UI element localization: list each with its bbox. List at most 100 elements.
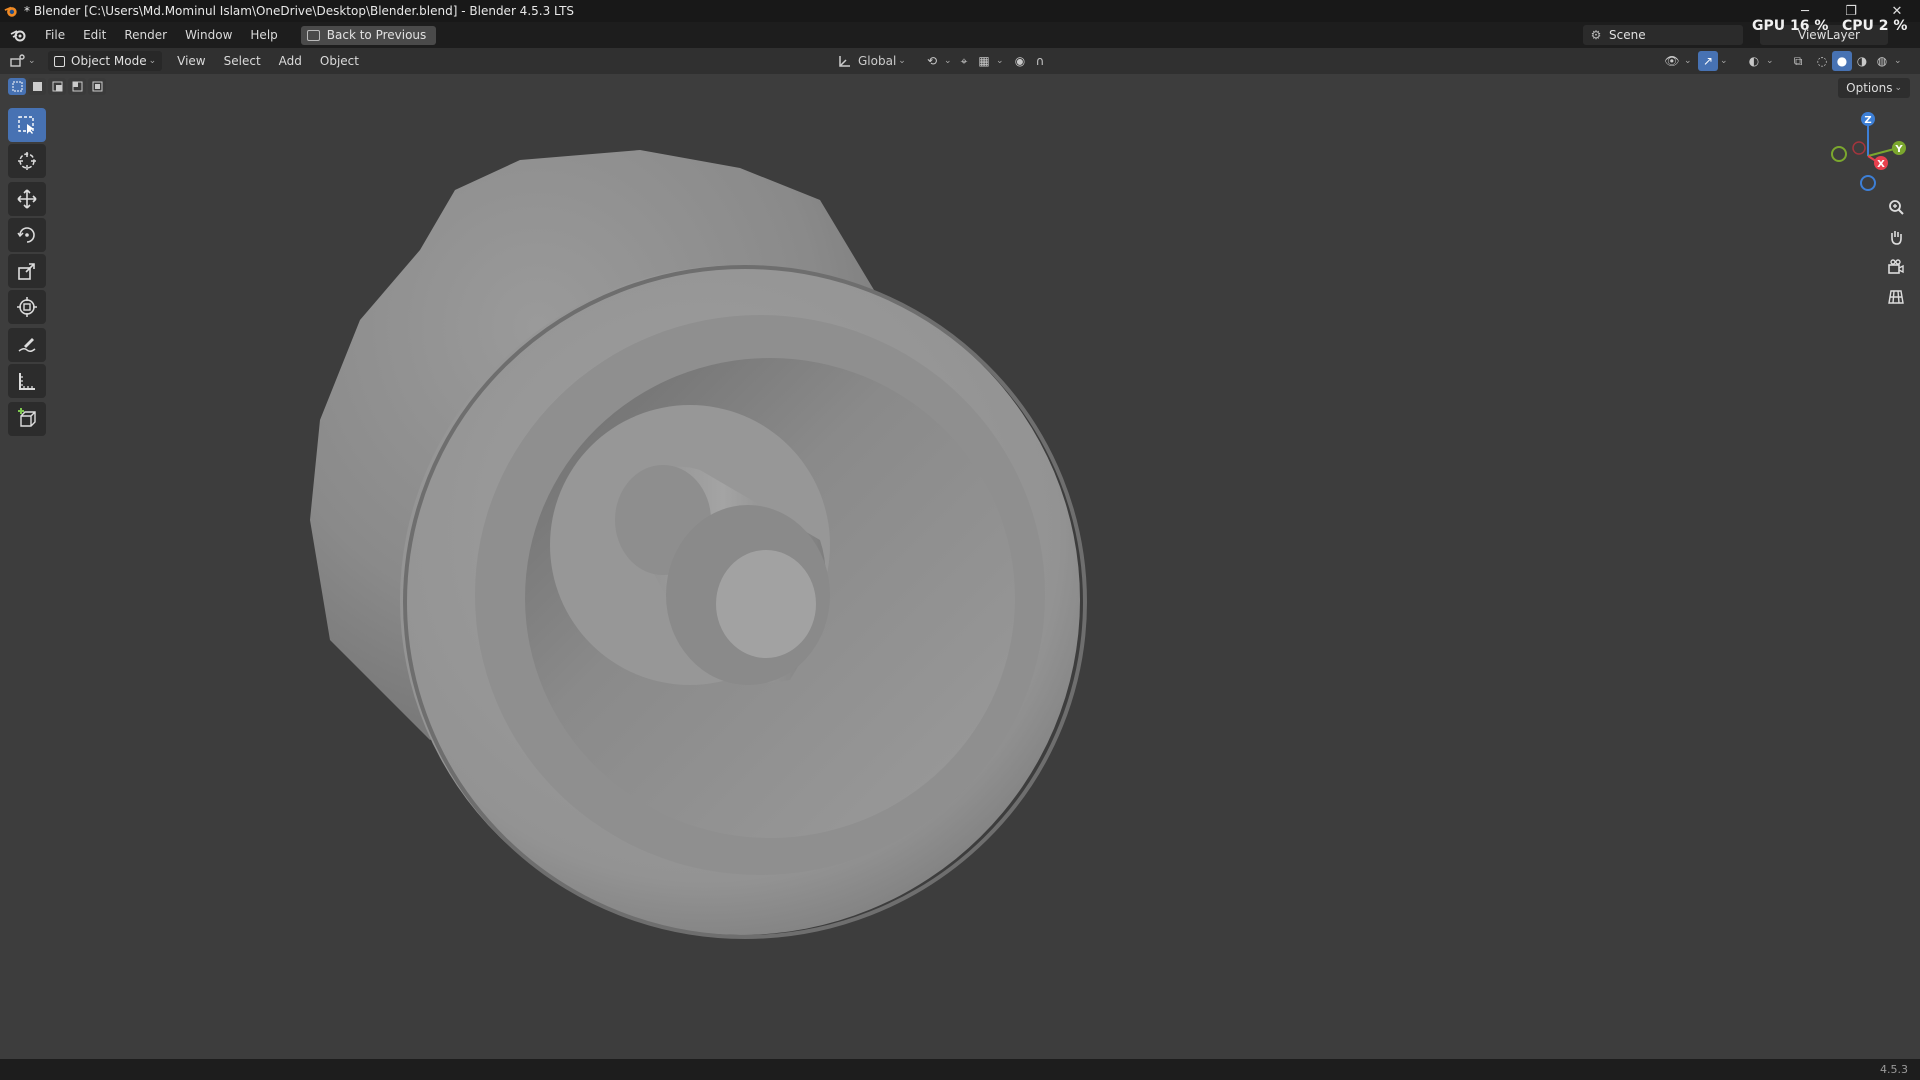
object-mode-icon xyxy=(54,55,65,67)
cpu-value: 2 % xyxy=(1878,18,1908,34)
chevron-down-icon: ⌄ xyxy=(1684,56,1692,66)
select-box-icon xyxy=(18,116,34,134)
wireframe-shading-icon[interactable]: ◌ xyxy=(1812,51,1832,71)
editor-type-icon xyxy=(10,54,25,67)
pivot-icon: ⟲ xyxy=(926,54,938,68)
chevron-down-icon: ⌄ xyxy=(1894,56,1902,66)
transform-tool[interactable] xyxy=(8,290,46,324)
annotate-pencil-icon xyxy=(18,338,36,353)
scene-selector[interactable]: ⚙ Scene xyxy=(1583,25,1743,45)
status-bar: 4.5.3 xyxy=(0,1059,1920,1080)
select-intersect-icon[interactable] xyxy=(88,78,106,95)
3d-viewport[interactable]: Z Y X xyxy=(0,74,1920,1059)
xray-toggle[interactable]: ⧉ xyxy=(1788,51,1808,71)
select-new-icon[interactable] xyxy=(8,78,26,95)
header-menu-select[interactable]: Select xyxy=(215,54,270,68)
back-to-previous-button[interactable]: Back to Previous xyxy=(300,25,437,45)
chevron-down-icon: ⌄ xyxy=(28,56,36,66)
cursor-tool[interactable] xyxy=(8,144,46,178)
add-cube-icon xyxy=(18,408,36,427)
menu-window[interactable]: Window xyxy=(176,28,241,42)
orientation-icon xyxy=(839,56,850,67)
xray-icon[interactable]: ⧉ xyxy=(1788,51,1808,71)
solid-shading-icon[interactable]: ● xyxy=(1832,51,1852,71)
gizmo-z-label: Z xyxy=(1864,115,1871,126)
window-titlebar: * Blender [C:\Users\Md.Mominul Islam\One… xyxy=(0,0,1920,22)
chevron-down-icon: ⌄ xyxy=(1766,56,1774,66)
overlays-icon[interactable]: ◐ xyxy=(1744,51,1764,71)
rotate-tool[interactable] xyxy=(8,218,46,252)
object-mode-label: Object Mode xyxy=(71,54,147,68)
transform-orientation-dropdown[interactable]: Global ⌄ xyxy=(838,51,906,71)
object-mode-dropdown[interactable]: Object Mode ⌄ xyxy=(48,51,163,71)
top-menubar: File Edit Render Window Help Back to Pre… xyxy=(0,22,1920,48)
menu-edit[interactable]: Edit xyxy=(74,28,115,42)
screen-icon xyxy=(306,29,320,41)
gizmo-x-label: X xyxy=(1877,159,1885,170)
select-box-tool[interactable] xyxy=(8,108,46,142)
move-icon xyxy=(17,189,37,209)
menu-help[interactable]: Help xyxy=(241,28,286,42)
chevron-down-icon: ⌄ xyxy=(996,56,1004,66)
pan-hand-icon[interactable] xyxy=(1884,225,1908,249)
gpu-value: 16 % xyxy=(1790,18,1829,34)
rendered-shading-icon[interactable]: ◍ xyxy=(1872,51,1892,71)
scale-icon xyxy=(18,263,35,280)
navigation-gizmo[interactable]: Z Y X xyxy=(1822,108,1912,192)
options-label: Options xyxy=(1846,81,1893,95)
select-invert-icon[interactable] xyxy=(68,78,86,95)
editor-type-dropdown[interactable]: ⌄ xyxy=(10,51,40,71)
scale-tool[interactable] xyxy=(8,254,46,288)
move-tool[interactable] xyxy=(8,182,46,216)
cpu-label: CPU xyxy=(1842,18,1874,34)
blender-logo-icon xyxy=(4,6,17,17)
blender-menu-icon[interactable] xyxy=(8,25,28,45)
perspective-grid-icon[interactable] xyxy=(1884,285,1908,309)
material-shading-icon[interactable]: ◑ xyxy=(1852,51,1872,71)
transform-icon xyxy=(17,297,37,317)
viewport-header: ⌄ Object Mode ⌄ View Select Add Object G… xyxy=(0,48,1920,74)
overlays-toggle[interactable]: ◐ ⌄ xyxy=(1744,51,1774,71)
annotate-tool[interactable] xyxy=(8,328,46,362)
select-extend-icon[interactable] xyxy=(28,78,46,95)
viewport-nav-buttons xyxy=(1884,195,1908,315)
window-title: * Blender [C:\Users\Md.Mominul Islam\One… xyxy=(24,4,575,18)
version-label: 4.5.3 xyxy=(1880,1063,1908,1076)
add-cube-tool[interactable] xyxy=(8,402,46,436)
menu-render[interactable]: Render xyxy=(115,28,176,42)
proportional-edit-icon[interactable]: ◉ xyxy=(1010,51,1030,71)
gizmo-icon[interactable]: ↗ xyxy=(1698,51,1718,71)
camera-view-icon[interactable] xyxy=(1884,255,1908,279)
gizmo-toggle[interactable]: ↗ ⌄ xyxy=(1698,51,1728,71)
rotate-icon xyxy=(17,227,35,243)
menu-file[interactable]: File xyxy=(36,28,74,42)
visibility-dropdown[interactable]: 👁 ⌄ xyxy=(1662,51,1692,71)
zoom-icon[interactable] xyxy=(1884,195,1908,219)
header-menu-add[interactable]: Add xyxy=(270,54,311,68)
shading-modes[interactable]: ◌ ● ◑ ◍ ⌄ xyxy=(1812,51,1902,71)
cpu-usage: CPU 2 % xyxy=(1842,18,1907,34)
chevron-down-icon: ⌄ xyxy=(1720,56,1728,66)
scene-name: Scene xyxy=(1609,28,1646,42)
proportional-editing[interactable]: ◉ ∩ xyxy=(1010,51,1050,71)
chevron-down-icon: ⌄ xyxy=(1894,83,1902,93)
header-menu-view[interactable]: View xyxy=(168,54,214,68)
gizmo-y-label: Y xyxy=(1894,144,1903,155)
mesh-object[interactable] xyxy=(0,74,1920,1059)
options-dropdown[interactable]: Options ⌄ xyxy=(1838,78,1910,98)
pivot-point-dropdown[interactable]: ⟲ ⌄ xyxy=(922,51,952,71)
snap-toggle-icon[interactable]: ⌖ xyxy=(954,51,974,71)
snap-grid-icon[interactable]: ▦ xyxy=(974,51,994,71)
measure-ruler-icon xyxy=(19,373,35,390)
header-menu-object[interactable]: Object xyxy=(311,54,368,68)
chevron-down-icon: ⌄ xyxy=(944,56,952,66)
back-to-previous-label: Back to Previous xyxy=(326,28,427,42)
tool-shelf xyxy=(8,108,48,438)
falloff-icon[interactable]: ∩ xyxy=(1030,51,1050,71)
transform-orientation-label: Global xyxy=(858,54,897,68)
measure-tool[interactable] xyxy=(8,364,46,398)
selection-mode-buttons xyxy=(8,78,106,95)
cursor-icon xyxy=(18,152,36,170)
snapping-controls[interactable]: ⌖ ▦ ⌄ xyxy=(954,51,1004,71)
select-subtract-icon[interactable] xyxy=(48,78,66,95)
